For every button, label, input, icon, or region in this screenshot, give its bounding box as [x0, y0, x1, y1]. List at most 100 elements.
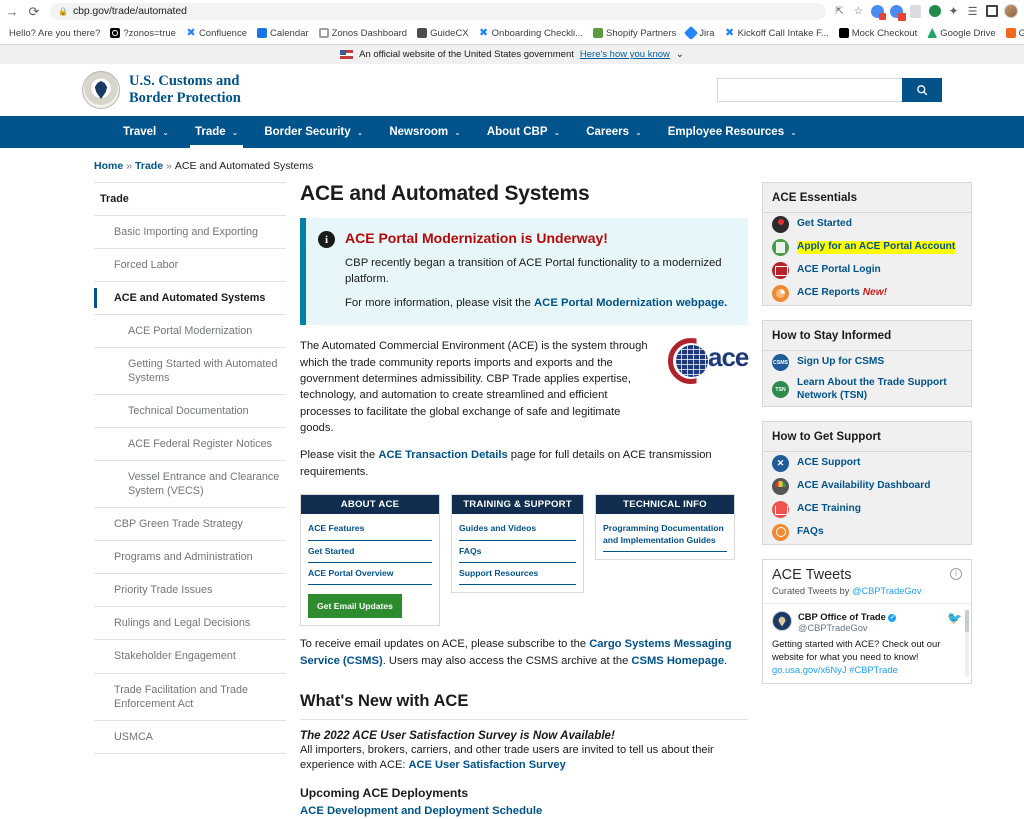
- row-faqs[interactable]: FAQs: [763, 521, 971, 544]
- link-get-started[interactable]: Get Started: [308, 541, 432, 563]
- sidebar-item-ace-automated-systems[interactable]: ACE and Automated Systems: [94, 282, 286, 315]
- tweet-item[interactable]: CBP Office of Trade ✓ @CBPTradeGov 🐦 Get…: [763, 603, 971, 683]
- link-ace-portal-overview[interactable]: ACE Portal Overview: [308, 563, 432, 585]
- link-ace-features[interactable]: ACE Features: [308, 518, 432, 540]
- site-logo[interactable]: U.S. Customs and Border Protection: [82, 71, 241, 109]
- bookmark-item[interactable]: Hello? Are you there?: [4, 24, 105, 42]
- breadcrumb: Home»Trade»ACE and Automated Systems: [52, 148, 972, 182]
- sidebar-item-rulings-legal-decisions[interactable]: Rulings and Legal Decisions: [94, 607, 286, 640]
- sidebar-item-forced-labor[interactable]: Forced Labor: [94, 249, 286, 282]
- bookmark-item[interactable]: Zonos Dashboard: [314, 24, 413, 42]
- reading-list-icon[interactable]: ☰: [965, 4, 980, 19]
- nav-label: Employee Resources: [668, 126, 784, 138]
- extension-icon-4[interactable]: [927, 4, 942, 19]
- bookmark-item[interactable]: Jira: [681, 24, 719, 42]
- avatar: [772, 611, 792, 631]
- bookmark-item[interactable]: ✖ Kickoff Call Intake F...: [720, 24, 834, 42]
- info-icon[interactable]: i: [950, 568, 962, 580]
- deployments-heading: Upcoming ACE Deployments: [300, 786, 748, 800]
- sidebar-item-tftea[interactable]: Trade Facilitation and Trade Enforcement…: [94, 674, 286, 721]
- bookmark-item[interactable]: GrubHub: [1001, 24, 1024, 42]
- nav-item-employee-resources[interactable]: Employee Resources ⌄: [655, 116, 810, 148]
- row-get-started[interactable]: Get Started: [763, 213, 971, 236]
- sidebar-item-priority-trade-issues[interactable]: Priority Trade Issues: [94, 574, 286, 607]
- book-icon: [772, 501, 789, 518]
- search-input[interactable]: [717, 78, 902, 102]
- sidebar-item-ace-portal-modernization[interactable]: ACE Portal Modernization: [94, 315, 286, 348]
- bookmark-item[interactable]: Mock Checkout: [834, 24, 922, 42]
- bookmark-item[interactable]: GuideCX: [412, 24, 474, 42]
- forward-button[interactable]: →: [4, 3, 20, 19]
- sidebar-item-vecs[interactable]: Vessel Entrance and Clearance System (VE…: [94, 461, 286, 508]
- bookmark-item[interactable]: Shopify Partners: [588, 24, 681, 42]
- right-sidebar: ACE Essentials Get Started Apply for an …: [762, 182, 972, 819]
- sidebar-item-federal-register-notices[interactable]: ACE Federal Register Notices: [94, 428, 286, 461]
- sidebar-item-technical-documentation[interactable]: Technical Documentation: [94, 395, 286, 428]
- nav-item-border-security[interactable]: Border Security ⌄: [251, 116, 376, 148]
- sidebar-item-stakeholder-engagement[interactable]: Stakeholder Engagement: [94, 640, 286, 673]
- bookmark-item[interactable]: Calendar: [252, 24, 314, 42]
- tsn-icon: TSN: [772, 381, 789, 398]
- puzzle-icon[interactable]: ✦: [946, 4, 961, 19]
- tweet-author-name: CBP Office of Trade: [798, 611, 886, 622]
- bookmark-item[interactable]: ✖ Onboarding Checkli...: [474, 24, 588, 42]
- extension-icon-3[interactable]: [908, 4, 923, 19]
- csms-icon: CSMS: [772, 354, 789, 371]
- ace-portal-modernization-link[interactable]: ACE Portal Modernization webpage.: [534, 297, 727, 309]
- chevron-down-icon: ⌄: [454, 128, 461, 137]
- ace-transaction-details-link[interactable]: ACE Transaction Details: [378, 449, 507, 461]
- nav-item-trade[interactable]: Trade ⌄: [182, 116, 251, 148]
- extension-icon-1[interactable]: [870, 4, 885, 19]
- nav-item-careers[interactable]: Careers ⌄: [573, 116, 655, 148]
- row-trade-support-network[interactable]: TSN Learn About the Trade Support Networ…: [763, 374, 971, 406]
- row-ace-training[interactable]: ACE Training: [763, 498, 971, 521]
- nav-item-newsroom[interactable]: Newsroom ⌄: [376, 116, 474, 148]
- address-bar[interactable]: 🔒 cbp.gov/trade/automated: [50, 3, 826, 20]
- sidebar-item-label: Priority Trade Issues: [114, 584, 212, 596]
- tweet-link[interactable]: go.usa.gov/x6NyJ: [772, 664, 847, 675]
- sidepanel-icon[interactable]: [984, 4, 999, 19]
- sidebar-item-trade[interactable]: Trade: [94, 183, 286, 216]
- row-sign-up-csms[interactable]: CSMS Sign Up for CSMS: [763, 351, 971, 374]
- row-apply-ace-portal-account[interactable]: Apply for an ACE Portal Account: [763, 236, 971, 259]
- sidebar-item-getting-started[interactable]: Getting Started with Automated Systems: [94, 348, 286, 395]
- row-ace-availability-dashboard[interactable]: ACE Availability Dashboard: [763, 475, 971, 498]
- link-guides-and-videos[interactable]: Guides and Videos: [459, 518, 576, 540]
- bookmark-edit-icon[interactable]: ⇱: [832, 4, 847, 19]
- search-button[interactable]: [902, 78, 942, 102]
- row-ace-portal-login[interactable]: ACE Portal Login: [763, 259, 971, 282]
- csms-homepage-link[interactable]: CSMS Homepage: [631, 655, 724, 667]
- get-email-updates-button[interactable]: Get Email Updates: [308, 594, 402, 618]
- extension-icon-2[interactable]: [889, 4, 904, 19]
- nav-label: Travel: [123, 126, 156, 138]
- nav-item-about-cbp[interactable]: About CBP ⌄: [474, 116, 573, 148]
- deployment-schedule-link[interactable]: ACE Development and Deployment Schedule: [300, 805, 542, 817]
- nav-item-travel[interactable]: Travel ⌄: [110, 116, 182, 148]
- how-you-know-link[interactable]: Here's how you know: [580, 49, 670, 60]
- chevron-down-icon[interactable]: ⌄: [676, 49, 684, 60]
- alert-paragraph-1: CBP recently began a transition of ACE P…: [345, 255, 736, 287]
- breadcrumb-home[interactable]: Home: [94, 160, 123, 172]
- sidebar-item-green-trade-strategy[interactable]: CBP Green Trade Strategy: [94, 508, 286, 541]
- bookmark-item[interactable]: ✖ Confluence: [181, 24, 252, 42]
- link-programming-documentation[interactable]: Programming Documentation and Implementa…: [603, 518, 727, 551]
- row-ace-support[interactable]: ACE Support: [763, 452, 971, 475]
- transaction-pre: Please visit the: [300, 449, 378, 461]
- link-support-resources[interactable]: Support Resources: [459, 563, 576, 585]
- training-support-heading: TRAINING & SUPPORT: [452, 495, 583, 514]
- profile-avatar[interactable]: [1003, 4, 1018, 19]
- sidebar-item-basic-importing[interactable]: Basic Importing and Exporting: [94, 216, 286, 249]
- row-ace-reports[interactable]: ACE Reports New!: [763, 282, 971, 305]
- tweets-handle[interactable]: @CBPTradeGov: [852, 586, 922, 596]
- link-faqs[interactable]: FAQs: [459, 541, 576, 563]
- survey-link[interactable]: ACE User Satisfaction Survey: [409, 759, 566, 771]
- tweet-hashtag[interactable]: #CBPTrade: [849, 664, 898, 675]
- bookmark-item[interactable]: ?zonos=true: [105, 24, 181, 42]
- bookmark-item[interactable]: Google Drive: [922, 24, 1000, 42]
- breadcrumb-trade[interactable]: Trade: [135, 160, 163, 172]
- sidebar-item-programs-administration[interactable]: Programs and Administration: [94, 541, 286, 574]
- star-icon[interactable]: ☆: [851, 4, 866, 19]
- reload-button[interactable]: ⟳: [26, 3, 42, 19]
- tweets-scrollbar[interactable]: [965, 610, 969, 677]
- us-flag-icon: [340, 50, 353, 59]
